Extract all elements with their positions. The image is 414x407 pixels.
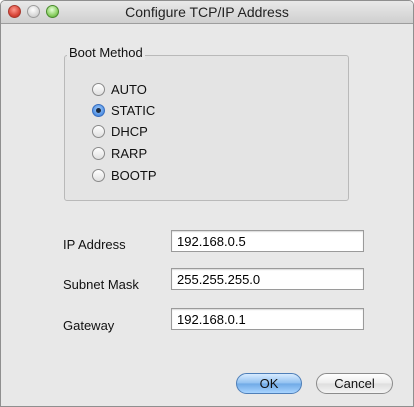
radio-static[interactable]: STATIC bbox=[92, 101, 155, 119]
radio-button-icon[interactable] bbox=[92, 168, 105, 182]
radio-label-rarp: RARP bbox=[111, 145, 148, 161]
subnet-mask-field[interactable] bbox=[171, 268, 364, 290]
window-title: Configure TCP/IP Address bbox=[125, 4, 289, 20]
boot-method-label: Boot Method bbox=[67, 45, 145, 60]
ip-address-label: IP Address bbox=[63, 237, 126, 252]
radio-label-dhcp: DHCP bbox=[111, 123, 148, 139]
radio-dhcp[interactable]: DHCP bbox=[92, 122, 148, 140]
gateway-label: Gateway bbox=[63, 318, 115, 333]
ok-button[interactable]: OK bbox=[236, 373, 302, 394]
cancel-button[interactable]: Cancel bbox=[316, 373, 393, 394]
radio-bootp[interactable]: BOOTP bbox=[92, 166, 157, 184]
subnet-mask-label: Subnet Mask bbox=[63, 277, 139, 292]
radio-label-auto: AUTO bbox=[111, 81, 147, 97]
title-bar[interactable]: Configure TCP/IP Address bbox=[1, 1, 413, 24]
radio-auto[interactable]: AUTO bbox=[92, 80, 147, 98]
radio-button-icon[interactable] bbox=[92, 146, 105, 160]
ip-address-field[interactable] bbox=[171, 230, 364, 252]
radio-button-icon[interactable] bbox=[92, 82, 105, 96]
gateway-field[interactable] bbox=[171, 308, 364, 330]
configure-tcpip-dialog: Configure TCP/IP Address Boot Method AUT… bbox=[0, 0, 414, 407]
radio-button-selected-icon[interactable] bbox=[92, 103, 105, 117]
radio-button-icon[interactable] bbox=[92, 124, 105, 138]
radio-label-static: STATIC bbox=[111, 102, 156, 118]
radio-label-bootp: BOOTP bbox=[111, 167, 157, 183]
radio-rarp[interactable]: RARP bbox=[92, 144, 147, 162]
